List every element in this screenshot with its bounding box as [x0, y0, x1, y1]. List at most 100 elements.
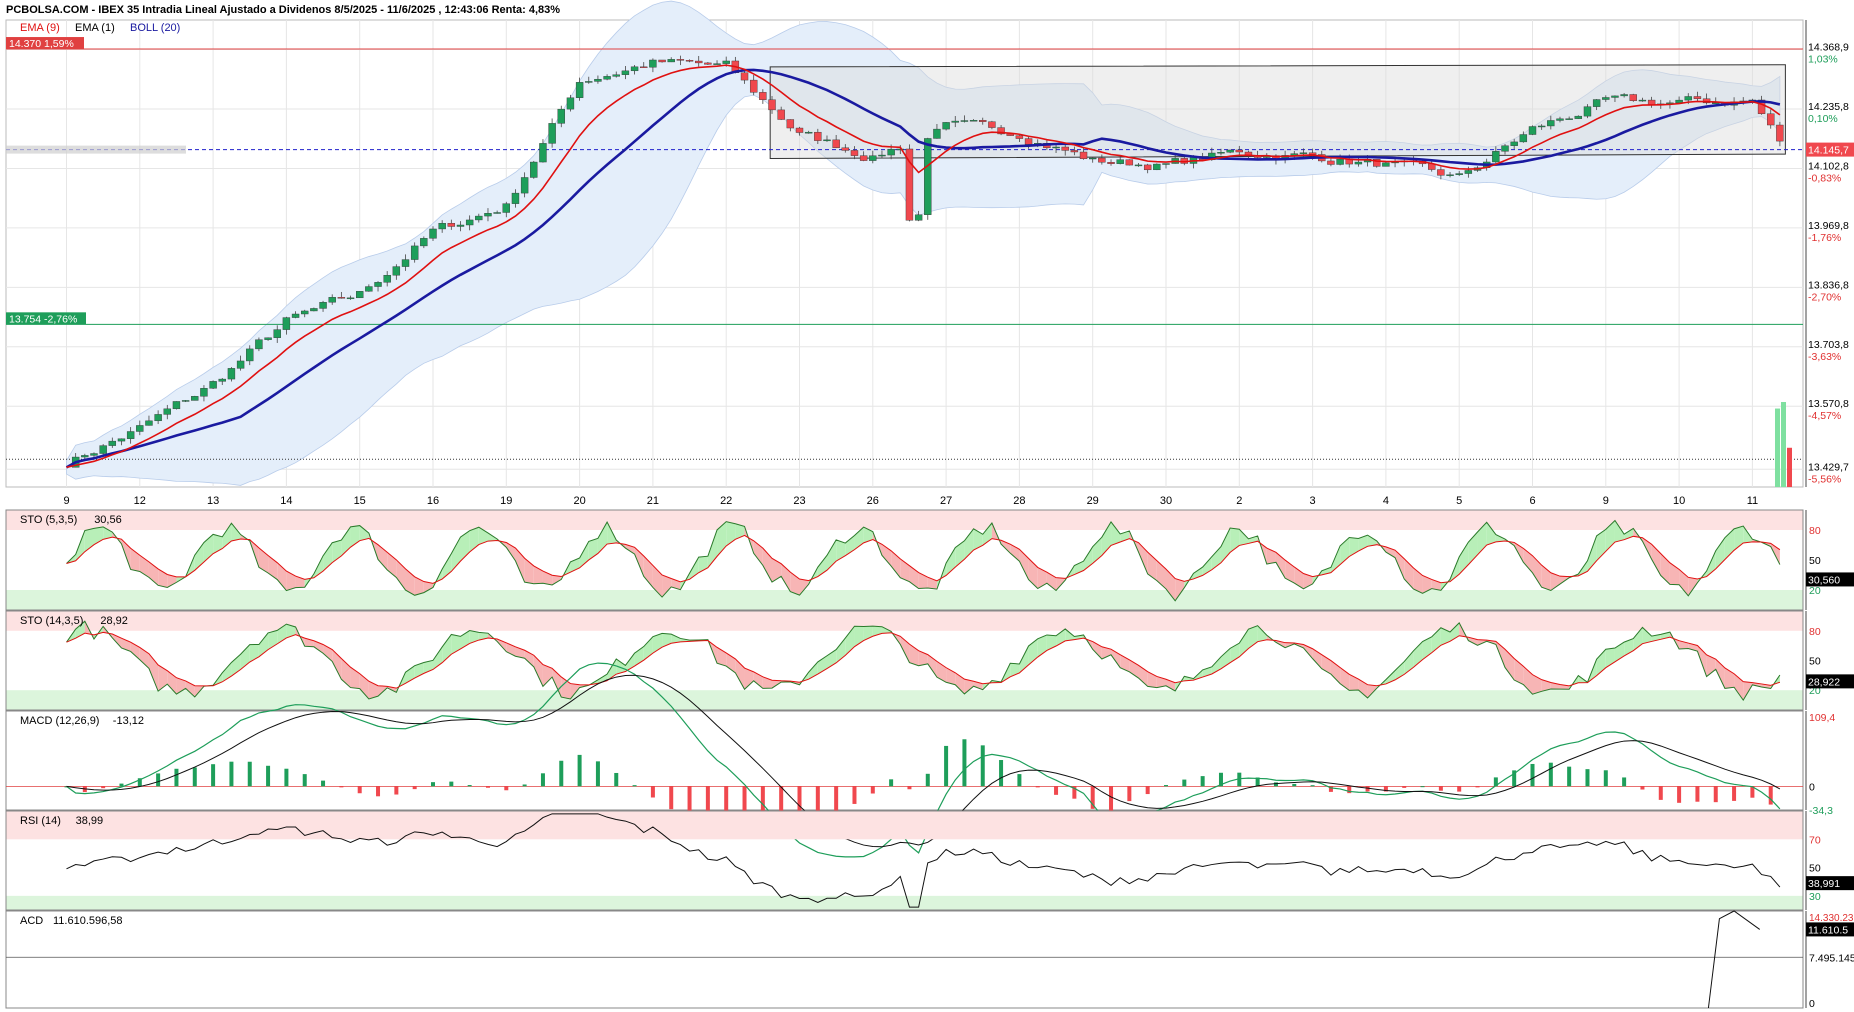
candle — [566, 97, 575, 110]
candle — [520, 177, 529, 194]
candle — [832, 139, 840, 148]
sto2-overbought-zone — [6, 611, 1803, 631]
candle — [713, 63, 721, 65]
macd-histogram-bar — [247, 761, 252, 787]
candle — [859, 155, 868, 161]
rsi-last-value: 38,991 — [1808, 878, 1840, 890]
candle — [1446, 174, 1454, 176]
candle — [1162, 163, 1170, 165]
candle — [704, 62, 712, 65]
macd-histogram-bar — [1732, 786, 1737, 801]
candle — [401, 259, 410, 267]
x-tick-label: 11 — [1747, 495, 1758, 507]
candle — [1620, 94, 1628, 97]
pct-tick-label: -2,70% — [1808, 291, 1841, 303]
macd-histogram-bar — [1695, 786, 1700, 802]
macd-histogram-bar — [1109, 786, 1114, 812]
pct-tick-label: -3,63% — [1808, 351, 1841, 363]
candle — [685, 60, 694, 62]
candle — [585, 81, 593, 83]
candle — [365, 286, 373, 292]
macd-histogram-bar — [1585, 769, 1590, 787]
macd-histogram-bar — [1273, 782, 1278, 787]
candle — [1492, 151, 1500, 163]
x-tick-label: 13 — [207, 495, 219, 507]
candle — [1327, 160, 1335, 165]
candle — [1382, 162, 1390, 167]
candle — [1528, 126, 1537, 135]
candle — [557, 108, 565, 124]
candle — [172, 401, 181, 410]
candle — [475, 215, 483, 221]
candle — [850, 150, 859, 156]
candle — [438, 223, 446, 230]
candle — [227, 368, 236, 380]
sto-last-value: 28,922 — [1808, 676, 1840, 688]
macd-histogram-bar — [1438, 786, 1443, 791]
rsi-y-tick: 70 — [1809, 834, 1821, 846]
macd-histogram-bar — [925, 773, 930, 787]
candle — [392, 266, 401, 276]
sto-label: STO (5,3,5) — [20, 514, 77, 526]
macd-histogram-bar — [1677, 786, 1682, 803]
candle — [429, 228, 437, 239]
pct-tick-label: -4,57% — [1808, 410, 1841, 422]
candle — [1602, 97, 1610, 100]
candle — [1070, 150, 1079, 153]
x-tick-label: 14 — [280, 495, 292, 507]
candle — [337, 297, 346, 299]
y-tick-label: 13.836,8 — [1808, 279, 1849, 291]
macd-histogram-bar — [1530, 763, 1535, 787]
macd-histogram-bar — [376, 786, 381, 797]
macd-histogram-bar — [650, 786, 655, 798]
candle — [676, 59, 685, 61]
candle — [1437, 169, 1445, 176]
acd-value: 11.610.596,58 — [53, 915, 123, 927]
candle — [786, 119, 795, 129]
x-tick-label: 4 — [1383, 495, 1389, 507]
candle — [1088, 157, 1097, 160]
macd-histogram-bar — [595, 761, 600, 787]
candle — [218, 378, 226, 382]
macd-histogram-bar — [577, 754, 582, 787]
candle — [695, 60, 703, 64]
macd-histogram-bar — [192, 767, 197, 787]
price-channel — [769, 64, 1786, 160]
candle — [575, 82, 584, 98]
candle — [99, 445, 107, 454]
current-price-label: 14.145,7 — [1808, 145, 1849, 157]
y-tick-label: 13.570,8 — [1808, 398, 1849, 410]
candle — [621, 70, 630, 75]
macd-histogram-bar — [1200, 776, 1205, 787]
candle — [255, 339, 263, 350]
x-tick-label: 19 — [500, 495, 512, 507]
candle — [246, 348, 254, 362]
y-tick-label: 13.429,7 — [1808, 461, 1849, 473]
macd-histogram-bar — [1640, 786, 1645, 790]
macd-histogram-bar — [229, 761, 234, 787]
macd-histogram-bar — [302, 774, 307, 787]
candle — [1024, 138, 1033, 145]
candle — [933, 128, 941, 139]
macd-histogram-bar — [394, 786, 399, 795]
candle — [310, 308, 318, 312]
candle — [1501, 145, 1509, 152]
x-tick-label: 21 — [647, 495, 659, 507]
candle — [1079, 151, 1088, 160]
candle — [163, 408, 171, 415]
candle — [924, 138, 932, 215]
candle — [640, 66, 648, 69]
candle — [1510, 141, 1518, 146]
candle — [1217, 152, 1225, 154]
macd-histogram-bar — [944, 745, 949, 787]
macd-histogram-bar — [980, 745, 985, 787]
macd-histogram-bar — [1292, 783, 1297, 787]
macd-histogram-bar — [174, 768, 179, 787]
candle — [1299, 152, 1308, 154]
candle — [1116, 159, 1124, 164]
macd-histogram-bar — [870, 786, 875, 794]
candle — [511, 192, 520, 204]
resistance-label: 14.370 1,59% — [9, 38, 74, 50]
candle — [1647, 99, 1656, 105]
chart-svg: 9 12 13 14 15 16 19 20 21 22 23 26 27 28 29 30 2 3 4 5 6 9 10 1… — [5, 0, 1854, 1010]
